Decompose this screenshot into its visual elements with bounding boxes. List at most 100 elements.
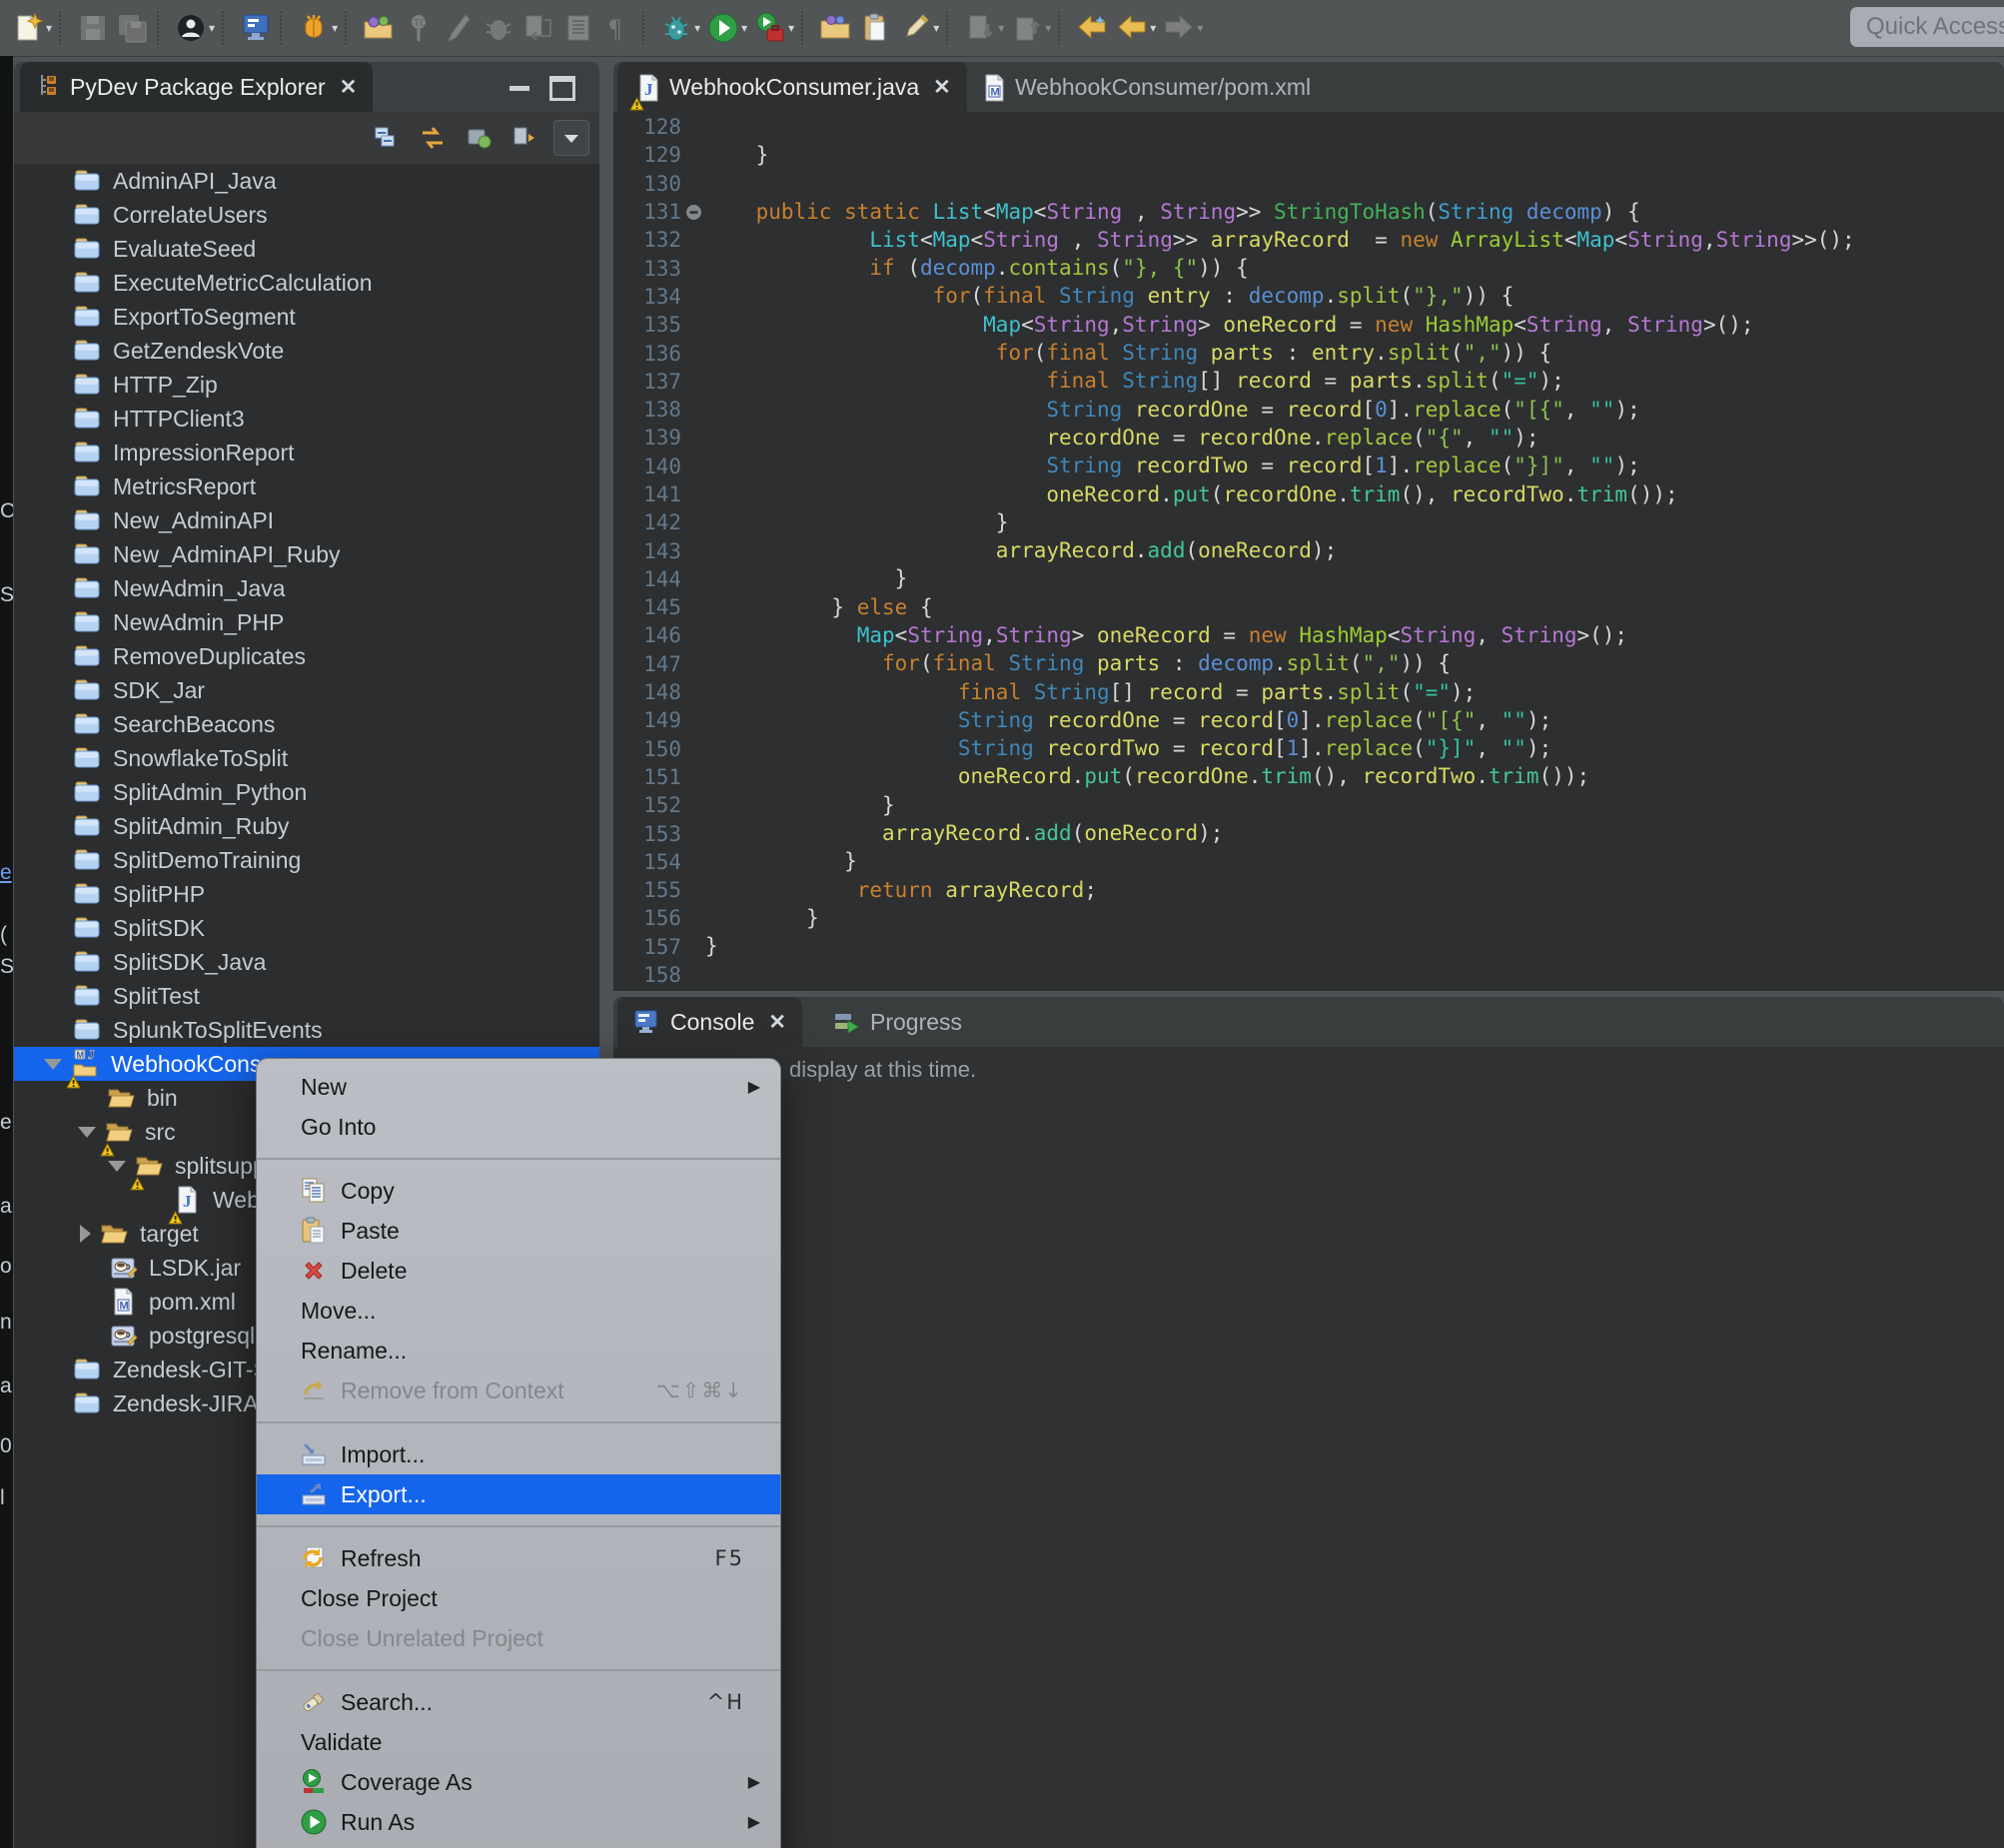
open-perspective-button[interactable]: [815, 6, 855, 50]
menu-item-run-as[interactable]: Run As▶: [257, 1802, 780, 1842]
chevron-down-icon[interactable]: [44, 1059, 62, 1070]
code-line-149[interactable]: 149 String recordOne = record[0].replace…: [613, 706, 2004, 734]
menu-item-rename[interactable]: Rename...: [257, 1331, 780, 1371]
menu-item-refresh[interactable]: RefreshF5: [257, 1538, 780, 1578]
open-task-button[interactable]: [359, 6, 399, 50]
close-icon[interactable]: ✕: [340, 75, 358, 100]
code-line-152[interactable]: 152 }: [613, 791, 2004, 819]
tree-item-adminapi-java[interactable]: AdminAPI_Java: [14, 164, 599, 198]
menu-item-delete[interactable]: Delete: [257, 1251, 780, 1291]
code-line-147[interactable]: 147 for(final String parts : decomp.spli…: [613, 650, 2004, 678]
tree-item-evaluateseed[interactable]: EvaluateSeed: [14, 232, 599, 266]
code-line-140[interactable]: 140 String recordTwo = record[1].replace…: [613, 453, 2004, 480]
code-line-145[interactable]: 145 } else {: [613, 593, 2004, 621]
tree-item-metricsreport[interactable]: MetricsReport: [14, 469, 599, 503]
menu-item-coverage-as[interactable]: Coverage As▶: [257, 1762, 780, 1802]
code-line-139[interactable]: 139 recordOne = recordOne.replace("{", "…: [613, 424, 2004, 452]
menu-item-copy[interactable]: Copy: [257, 1171, 780, 1211]
collapse-all-button[interactable]: [370, 121, 404, 155]
menu-item-validate[interactable]: Validate: [257, 1722, 780, 1762]
code-line-128[interactable]: 128: [613, 113, 2004, 141]
dropdown-arrow-icon[interactable]: ▾: [694, 21, 700, 35]
last-edit-button[interactable]: [1072, 6, 1112, 50]
code-line-144[interactable]: 144 }: [613, 565, 2004, 593]
focus-task-button[interactable]: [462, 121, 496, 155]
code-line-131[interactable]: 131 public static List<Map<String , Stri…: [613, 198, 2004, 226]
dropdown-arrow-icon[interactable]: ▾: [46, 21, 52, 35]
tree-item-removeduplicates[interactable]: RemoveDuplicates: [14, 639, 599, 673]
code-line-156[interactable]: 156 }: [613, 904, 2004, 932]
editor-tab-webhookconsumer-java[interactable]: J WebhookConsumer.java✕: [617, 62, 967, 112]
console-tab-progress[interactable]: Progress: [817, 997, 978, 1047]
code-line-143[interactable]: 143 arrayRecord.add(oneRecord);: [613, 536, 2004, 564]
maximize-view-icon[interactable]: [549, 76, 575, 101]
code-line-148[interactable]: 148 final String[] record = parts.split(…: [613, 678, 2004, 706]
menu-item-paste[interactable]: Paste: [257, 1211, 780, 1251]
tree-item-splitsdk[interactable]: SplitSDK: [14, 911, 599, 945]
code-line-137[interactable]: 137 final String[] record = parts.split(…: [613, 368, 2004, 396]
link-with-editor-button[interactable]: [416, 121, 450, 155]
menu-item-new[interactable]: New▶: [257, 1067, 780, 1107]
dropdown-arrow-icon[interactable]: ▾: [1150, 21, 1156, 35]
menu-item-close-project[interactable]: Close Project: [257, 1578, 780, 1618]
menu-item-export[interactable]: Export...: [257, 1474, 780, 1514]
dropdown-arrow-icon[interactable]: ▾: [933, 21, 939, 35]
code-line-133[interactable]: 133 if (decomp.contains("}, {")) {: [613, 254, 2004, 282]
code-line-150[interactable]: 150 String recordTwo = record[1].replace…: [613, 735, 2004, 763]
new-wizard-button[interactable]: ▾: [8, 6, 55, 50]
dropdown-arrow-icon[interactable]: ▾: [998, 21, 1004, 35]
code-line-154[interactable]: 154 }: [613, 848, 2004, 876]
dropdown-arrow-icon[interactable]: ▾: [209, 21, 215, 35]
menu-item-import[interactable]: Import...: [257, 1434, 780, 1474]
code-line-130[interactable]: 130: [613, 170, 2004, 198]
tree-item-executemetriccalculation[interactable]: ExecuteMetricCalculation: [14, 266, 599, 300]
menu-item-go-into[interactable]: Go Into: [257, 1107, 780, 1147]
pydev-console-button[interactable]: [236, 6, 276, 50]
external-tools-button[interactable]: ▾: [750, 6, 797, 50]
tree-item-correlateusers[interactable]: CorrelateUsers: [14, 198, 599, 232]
code-line-151[interactable]: 151 oneRecord.put(recordOne.trim(), reco…: [613, 763, 2004, 791]
dropdown-arrow-icon[interactable]: ▾: [788, 21, 794, 35]
tree-item-snowflaketosplit[interactable]: SnowflakeToSplit: [14, 741, 599, 775]
code-line-136[interactable]: 136 for(final String parts : entry.split…: [613, 339, 2004, 367]
quick-access-box[interactable]: Quick Access: [1850, 7, 2004, 47]
tab-pydev-package-explorer[interactable]: PyDev Package Explorer ✕: [20, 62, 373, 112]
close-icon[interactable]: ✕: [933, 75, 951, 100]
tree-item-new-adminapi-ruby[interactable]: New_AdminAPI_Ruby: [14, 537, 599, 571]
code-line-129[interactable]: 129 }: [613, 141, 2004, 169]
tree-item-searchbeacons[interactable]: SearchBeacons: [14, 707, 599, 741]
tree-item-newadmin-java[interactable]: NewAdmin_Java: [14, 571, 599, 605]
code-line-135[interactable]: 135 Map<String,String> oneRecord = new H…: [613, 311, 2004, 339]
tree-item-splitphp[interactable]: SplitPHP: [14, 877, 599, 911]
dropdown-arrow-icon[interactable]: ▾: [332, 21, 338, 35]
tree-item-sdk-jar[interactable]: SDK_Jar: [14, 673, 599, 707]
tree-item-splitadmin-ruby[interactable]: SplitAdmin_Ruby: [14, 809, 599, 843]
tree-item-splitadmin-python[interactable]: SplitAdmin_Python: [14, 775, 599, 809]
code-line-132[interactable]: 132 List<Map<String , String>> arrayReco…: [613, 226, 2004, 254]
code-line-134[interactable]: 134 for(final String entry : decomp.spli…: [613, 283, 2004, 311]
menu-item-move[interactable]: Move...: [257, 1291, 780, 1331]
user-profile-button[interactable]: ▾: [171, 6, 218, 50]
view-menu-button[interactable]: [553, 120, 589, 156]
code-line-155[interactable]: 155 return arrayRecord;: [613, 876, 2004, 904]
code-line-142[interactable]: 142 }: [613, 508, 2004, 536]
close-icon[interactable]: ✕: [768, 1010, 786, 1035]
code-line-138[interactable]: 138 String recordOne = record[0].replace…: [613, 396, 2004, 424]
tree-item-httpclient3[interactable]: HTTPClient3: [14, 402, 599, 436]
tree-item-splittest[interactable]: SplitTest: [14, 979, 599, 1013]
tree-item-splitdemotraining[interactable]: SplitDemoTraining: [14, 843, 599, 877]
run-button[interactable]: ▾: [703, 6, 750, 50]
code-line-157[interactable]: 157}: [613, 933, 2004, 961]
tree-item-getzendeskvote[interactable]: GetZendeskVote: [14, 334, 599, 368]
code-editor[interactable]: 128129 }130131 public static List<Map<St…: [613, 112, 2004, 991]
dropdown-arrow-icon[interactable]: ▾: [1045, 21, 1051, 35]
tree-item-splunktosplitevents[interactable]: SplunkToSplitEvents: [14, 1013, 599, 1047]
chevron-right-icon[interactable]: [80, 1225, 91, 1243]
paste-folder-button[interactable]: [855, 6, 895, 50]
tree-item-new-adminapi[interactable]: New_AdminAPI: [14, 503, 599, 537]
dropdown-arrow-icon[interactable]: ▾: [741, 21, 747, 35]
minimize-view-icon[interactable]: [509, 86, 529, 91]
back-button[interactable]: ▾: [1112, 6, 1159, 50]
code-line-141[interactable]: 141 oneRecord.put(recordOne.trim(), reco…: [613, 480, 2004, 508]
marker-button[interactable]: ▾: [895, 6, 942, 50]
